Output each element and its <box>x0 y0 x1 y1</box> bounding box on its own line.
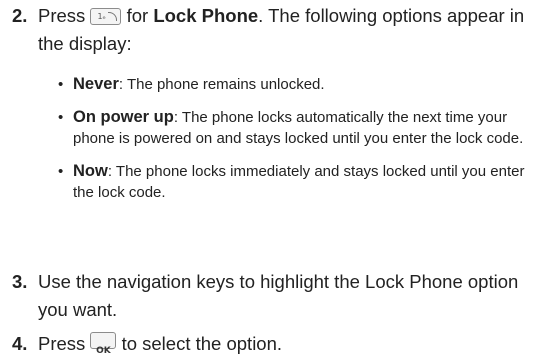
step-2: 2. Press 1ₑ for Lock Phone. The followin… <box>12 2 532 58</box>
ok-key-icon: OK <box>90 332 117 356</box>
step-number: 3. <box>12 271 28 292</box>
step-text-part: for <box>121 5 154 26</box>
option-term: Now <box>73 161 108 180</box>
option-now: • Now: The phone locks immediately and s… <box>58 161 532 204</box>
step-number: 4. <box>12 333 28 354</box>
step-4: 4. Press OK to select the option. <box>12 330 532 358</box>
bullet: • <box>58 108 64 126</box>
step-number: 2. <box>12 5 28 26</box>
step-text-part: to select the option. <box>116 333 283 354</box>
lock-phone-label: Lock Phone <box>153 5 259 26</box>
option-term: On power up <box>73 107 174 126</box>
option-never: • Never: The phone remains unlocked. <box>58 74 532 96</box>
step-3: 3. Use the navigation keys to highlight … <box>12 268 532 324</box>
option-description: : The phone locks immediately and stays … <box>73 162 525 202</box>
step-text: Press OK to select the option. <box>38 330 532 358</box>
one-key-icon: 1ₑ <box>90 8 122 25</box>
step-text: Use the navigation keys to highlight the… <box>38 271 519 320</box>
bullet: • <box>58 76 64 93</box>
option-term: Never <box>73 75 119 93</box>
bullet: • <box>58 162 64 180</box>
step-text-part: Press <box>38 5 91 26</box>
one-key-label: 1ₑ <box>97 12 106 21</box>
step-text: Press 1ₑ for Lock Phone. The following o… <box>38 2 532 58</box>
step-text-part: Press <box>38 333 91 354</box>
lock-options-list: • Never: The phone remains unlocked. • O… <box>58 74 532 204</box>
manual-page: 2. Press 1ₑ for Lock Phone. The followin… <box>0 0 540 362</box>
option-description: : The phone remains unlocked. <box>118 76 325 93</box>
voicemail-curve-icon <box>108 12 118 21</box>
ok-key-label: OK <box>96 346 111 356</box>
option-on-power-up: • On power up: The phone locks automatic… <box>58 107 532 150</box>
